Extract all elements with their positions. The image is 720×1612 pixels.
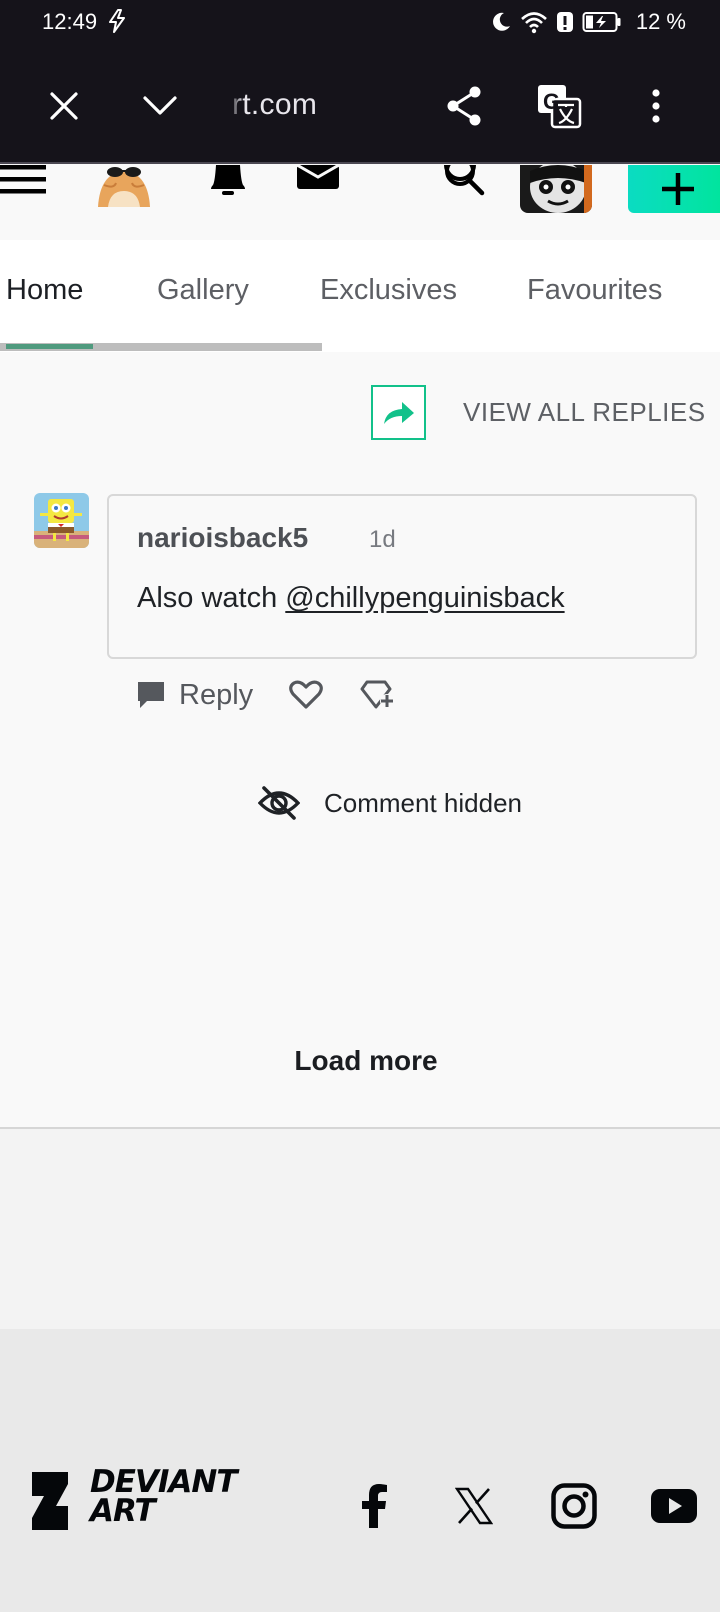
moon-icon	[492, 12, 510, 31]
heart-icon[interactable]	[289, 680, 324, 710]
menu-icon[interactable]	[0, 165, 46, 197]
search-icon[interactable]	[442, 165, 486, 197]
status-icons: 12 %	[490, 8, 686, 36]
tab-exclusives[interactable]: Exclusives	[320, 274, 457, 307]
comment-hidden-label: Comment hidden	[324, 787, 522, 818]
comment-timestamp[interactable]: 1d	[369, 526, 396, 554]
mail-icon[interactable]	[296, 165, 340, 191]
user-avatar[interactable]	[520, 165, 592, 213]
eye-off-icon	[258, 786, 300, 820]
svg-text:G: G	[543, 89, 560, 114]
x-icon[interactable]	[448, 1480, 500, 1532]
bell-icon[interactable]	[207, 165, 249, 197]
mention-link[interactable]: @chillypenguinisback	[285, 582, 564, 614]
comment-icon	[138, 682, 164, 708]
chevron-down-icon[interactable]	[136, 82, 184, 130]
battery-percent: 12 %	[635, 9, 686, 34]
deviantart-logo[interactable]: DEVIANT ART	[30, 1467, 238, 1530]
flash-icon	[109, 9, 125, 33]
url-text[interactable]: rt.com	[232, 88, 317, 122]
profile-tabs: Home Gallery Exclusives Favourites	[0, 240, 720, 352]
status-time: 12:49	[42, 9, 98, 34]
cat-avatar[interactable]	[94, 165, 154, 207]
tab-favourites[interactable]: Favourites	[527, 274, 662, 307]
tab-home[interactable]: Home	[6, 274, 83, 307]
site-footer: DEVIANT ART	[0, 1329, 720, 1612]
reply-arrow-icon	[371, 385, 426, 440]
comment-text: Also watch	[137, 582, 286, 614]
view-all-label: VIEW ALL REPLIES	[463, 397, 706, 427]
gem-add-icon[interactable]	[359, 679, 395, 711]
tab-gallery[interactable]: Gallery	[157, 274, 249, 307]
youtube-icon[interactable]	[646, 1480, 702, 1532]
facebook-icon[interactable]	[348, 1480, 400, 1532]
battery-icon	[582, 12, 621, 32]
tab-active-indicator	[6, 344, 93, 349]
reply-button[interactable]: Reply	[135, 679, 253, 712]
comment-hidden-row: Comment hidden	[258, 785, 522, 821]
close-icon[interactable]	[40, 82, 88, 130]
logo-line2: ART	[90, 1493, 156, 1529]
site-header	[0, 165, 720, 237]
deviantart-mark-icon	[32, 1472, 68, 1530]
comment-actions: Reply	[135, 675, 395, 715]
instagram-icon[interactable]	[548, 1480, 600, 1532]
plus-icon[interactable]	[628, 165, 720, 213]
comment-username[interactable]: narioisback5	[137, 522, 308, 554]
deviantart-wordmark: DEVIANT ART	[90, 1467, 238, 1529]
browser-toolbar: rt.com G	[0, 44, 720, 164]
page-spacer	[0, 1129, 720, 1329]
view-all-replies[interactable]: VIEW ALL REPLIES	[371, 385, 706, 440]
comment-body: Also watch @chillypenguinisback	[137, 582, 565, 615]
url-fade	[228, 84, 244, 128]
more-vert-icon[interactable]	[632, 82, 680, 130]
reply-label: Reply	[179, 678, 254, 711]
alert-icon	[556, 12, 573, 32]
comment-avatar[interactable]	[34, 493, 89, 548]
status-bar: 12:49 12 %	[0, 0, 720, 44]
comment-card: narioisback5 1d Also watch @chillypengui…	[107, 494, 697, 659]
share-icon[interactable]	[440, 82, 488, 130]
load-more-button[interactable]: Load more	[0, 1045, 720, 1077]
translate-icon[interactable]: G	[535, 82, 583, 130]
wifi-icon	[520, 12, 547, 34]
